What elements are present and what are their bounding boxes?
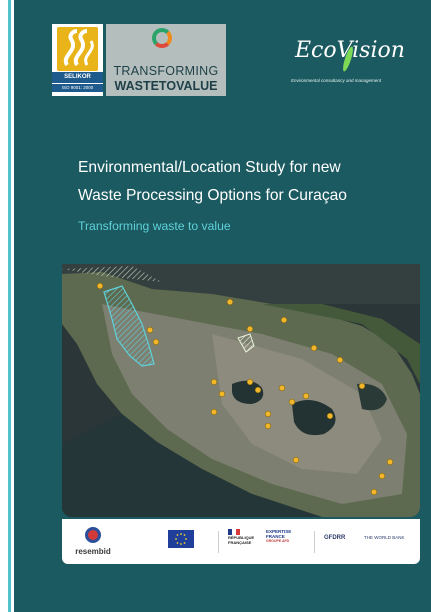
site-marker bbox=[326, 412, 334, 420]
selikor-iso: ISO 9001: 2000 bbox=[52, 84, 103, 92]
site-marker bbox=[386, 458, 394, 466]
site-marker bbox=[246, 378, 254, 386]
island-map bbox=[62, 264, 420, 517]
eu-flag-icon bbox=[168, 530, 194, 548]
title-line-1: Environmental/Location Study for new bbox=[78, 159, 341, 176]
site-marker bbox=[210, 378, 218, 386]
site-marker bbox=[378, 472, 386, 480]
title-line-2: Waste Processing Options for Curaçao bbox=[78, 187, 347, 204]
site-marker bbox=[302, 392, 310, 400]
selikor-logo: SELIKOR ISO 9001: 2000 bbox=[52, 24, 103, 96]
ttv-line1: TRANSFORMING bbox=[113, 64, 219, 78]
republique-francaise-logo: RÉPUBLIQUE FRANÇAISE bbox=[228, 529, 258, 555]
site-marker bbox=[218, 390, 226, 398]
site-marker bbox=[264, 410, 272, 418]
report-page: SELIKOR ISO 9001: 2000 TRANSFORMING WAST… bbox=[0, 0, 431, 612]
site-marker bbox=[280, 316, 288, 324]
footer-divider bbox=[314, 531, 315, 553]
site-marker bbox=[370, 488, 378, 496]
recycle-ring-icon bbox=[152, 28, 172, 48]
site-marker bbox=[210, 408, 218, 416]
ecovision-tagline: Environmental consultancy and management bbox=[291, 78, 382, 83]
site-marker bbox=[264, 422, 272, 430]
site-marker bbox=[246, 325, 254, 333]
ttv-line2: WASTETOVALUE bbox=[114, 79, 218, 93]
expertise-france-logo: EXPERTISE FRANCE GROUPE AFD bbox=[266, 529, 306, 555]
site-marker bbox=[336, 356, 344, 364]
gfdrr-logo: GFDRR bbox=[324, 535, 346, 541]
footer-divider bbox=[218, 531, 219, 553]
ecovision-logo: EcoVision Environmental consultancy and … bbox=[285, 38, 405, 88]
site-marker bbox=[226, 298, 234, 306]
satellite-map bbox=[62, 264, 420, 517]
site-marker bbox=[278, 384, 286, 392]
report-subtitle: Transforming waste to value bbox=[78, 219, 231, 233]
partner-footer: resembid RÉPUBLIQUE FRANÇAISE EXPERTISE … bbox=[62, 519, 420, 564]
selikor-emblem bbox=[57, 27, 98, 71]
site-marker bbox=[152, 338, 160, 346]
expertise-line3: GROUPE AFD bbox=[266, 539, 290, 543]
edge-stripe bbox=[8, 0, 11, 612]
ecovision-brand: EcoVision bbox=[295, 38, 405, 63]
site-marker bbox=[254, 386, 262, 394]
rf-line2: FRANÇAISE bbox=[228, 540, 252, 545]
site-marker bbox=[292, 456, 300, 464]
site-marker bbox=[358, 382, 366, 390]
selikor-name: SELIKOR bbox=[64, 74, 91, 80]
resembid-text: resembid bbox=[75, 547, 111, 556]
site-marker bbox=[288, 398, 296, 406]
ttv-logo: TRANSFORMING WASTETOVALUE bbox=[106, 24, 226, 96]
site-marker bbox=[146, 326, 154, 334]
resembid-logo: resembid bbox=[68, 527, 118, 559]
site-marker bbox=[310, 344, 318, 352]
site-marker bbox=[96, 282, 104, 290]
worldbank-logo: THE WORLD BANK bbox=[364, 535, 405, 540]
resembid-mark-icon bbox=[85, 527, 101, 543]
report-title: Environmental/Location Study for new Was… bbox=[78, 154, 408, 210]
